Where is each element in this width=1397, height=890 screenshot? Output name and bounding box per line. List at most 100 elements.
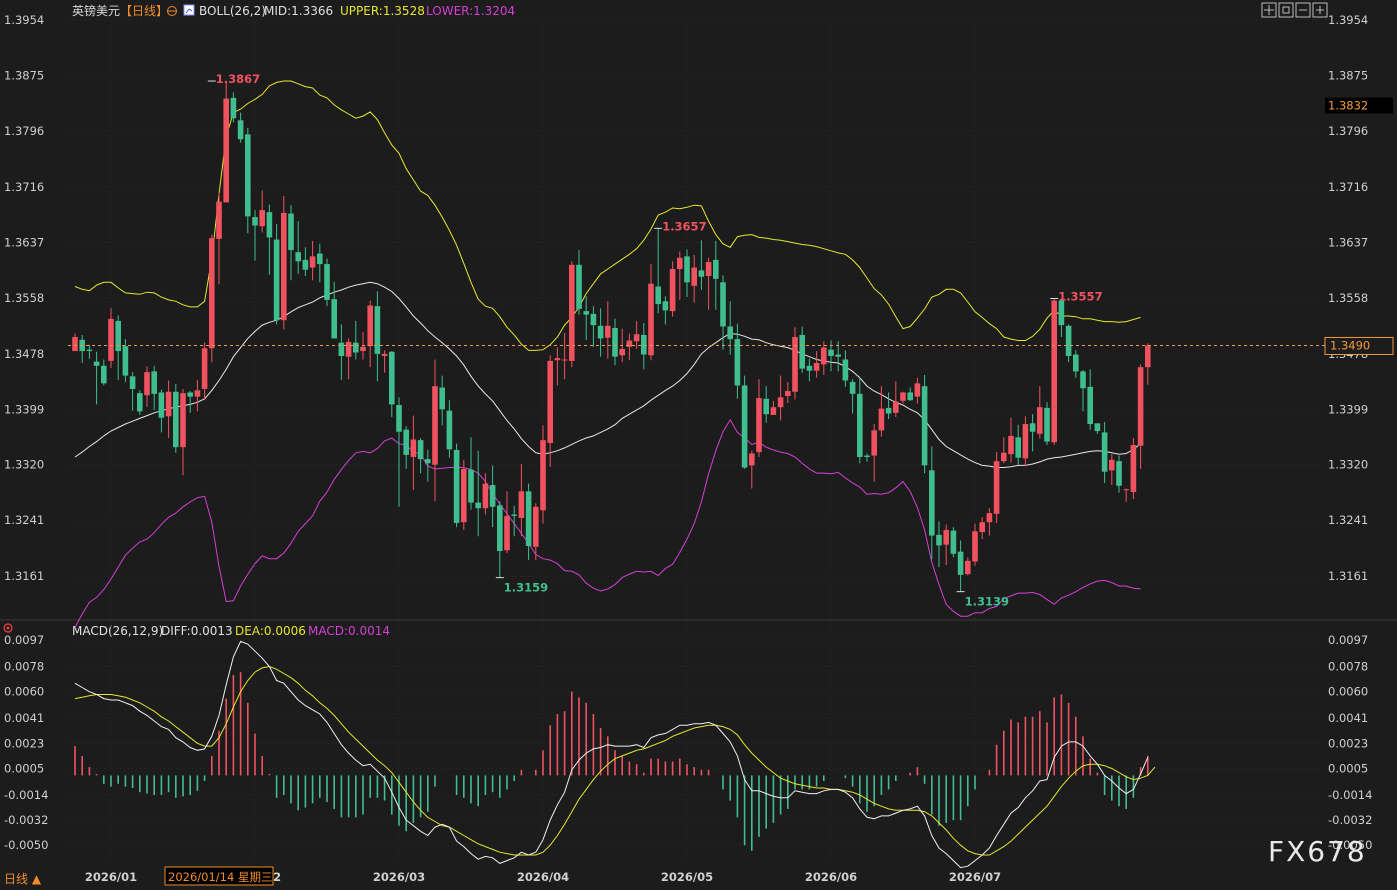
candle-body [122,346,129,376]
candle-body [727,326,733,340]
candle-up [540,425,546,524]
macd-tick-label: 0.0005 [1328,761,1368,775]
candle-body [1065,325,1072,356]
candle-body [569,264,575,361]
macd-diff-value: DIFF:0.0013 [161,624,233,638]
y-tick-label: 1.3637 [1328,235,1368,249]
macd-tick-label: 0.0060 [4,685,44,699]
candle-body [705,261,712,277]
indicator-icon[interactable] [183,4,195,16]
candle-body [489,485,496,507]
candle-body [914,383,921,397]
candle-body [1094,423,1101,432]
macd-tick-label: 0.0078 [1328,660,1368,674]
candle-body [324,264,330,300]
candle-body [93,361,100,366]
candle-body [1051,300,1057,443]
y-tick-label: 1.3399 [4,402,44,416]
period-label[interactable]: 【日线】 [120,4,168,18]
candle-up [569,261,575,368]
candle-body [187,392,193,397]
candle-body [1073,354,1079,372]
macd-tick-label: 0.0097 [1328,633,1368,647]
candle-up [223,81,229,203]
boll-label: BOLL(26,2) [199,4,266,18]
x-tick-label: 2026/06 [805,870,857,884]
candle-body [158,392,165,418]
candle-body [223,98,229,203]
high-label: 1.3867 [216,72,260,86]
candle-up [1130,438,1137,500]
candle-body [425,459,431,464]
candle-up [792,327,798,400]
candle-body [288,213,294,251]
date-tooltip: 2026/01/14 星期三 [168,870,272,884]
candle-body [403,429,409,455]
candle-body [734,339,741,386]
macd-tick-label: 0.0097 [4,633,44,647]
candle-body [835,354,841,357]
candle-body [878,408,885,431]
candle-body [677,257,683,270]
candle-body [518,491,525,519]
candle-body [965,560,971,575]
candle-body [633,334,640,342]
candle-body [842,359,849,381]
candle-down [173,384,179,453]
symbol-name: 英镑美元 [72,3,120,18]
x-tick-label: 2026/03 [373,870,425,884]
macd-tick-label: 0.0023 [4,736,44,750]
y-tick-label: 1.3716 [1328,180,1368,194]
y-tick-label: 1.3320 [4,458,44,472]
candle-body [936,534,942,546]
y-tick-label: 1.3637 [4,235,44,249]
candle-body [561,359,568,361]
y-tick-label: 1.3875 [4,68,44,82]
chart-stage[interactable]: 英镑美元 【日线】 BOLL(26,2) MID:1.3366 UPPER:1.… [0,0,1397,886]
candle-body [194,390,201,397]
y-tick-label: 1.3875 [1328,68,1368,82]
candle-up [461,459,467,530]
y-tick-label: 1.3558 [4,291,44,305]
candle-body [554,358,561,361]
candle-body [871,430,877,456]
chart-background [0,0,1397,886]
candle-body [389,351,395,405]
candle-body [309,256,316,268]
candle-body [216,201,222,239]
candle-body [475,502,481,509]
candle-body [619,348,625,356]
candle-body [864,455,870,457]
macd-label: MACD(26,12,9) [72,624,163,638]
y-tick-label: 1.3241 [1328,513,1368,527]
candle-body [1101,432,1108,472]
candle-body [201,348,208,389]
candle-body [482,483,489,509]
candle-body [237,120,244,140]
candle-body [957,551,964,575]
candle-body [144,372,150,396]
candle-body [993,461,1000,514]
candle-body [741,385,748,468]
candle-body [713,259,719,279]
candle-up [209,234,215,363]
candle-body [821,347,827,365]
candle-body [986,513,993,523]
candle-body [151,371,157,394]
period-button[interactable]: 日线 ▲ [4,872,42,886]
macd-tick-label: 0.0041 [1328,711,1368,725]
candle-body [547,360,553,443]
low-label: 1.3139 [965,595,1009,609]
y-tick-label: 1.3796 [4,124,44,138]
candle-body [1123,489,1129,491]
candle-body [439,387,445,410]
candle-body [597,325,604,339]
candle-body [252,217,258,226]
candle-body [446,410,453,450]
candle-body [417,440,424,460]
forex-chart[interactable]: 英镑美元 【日线】 BOLL(26,2) MID:1.3366 UPPER:1.… [0,0,1397,886]
candle-body [641,334,647,355]
candle-body [317,253,323,265]
x-tick-label: 2026/07 [949,870,1001,884]
y-tick-label: 1.3478 [4,347,44,361]
